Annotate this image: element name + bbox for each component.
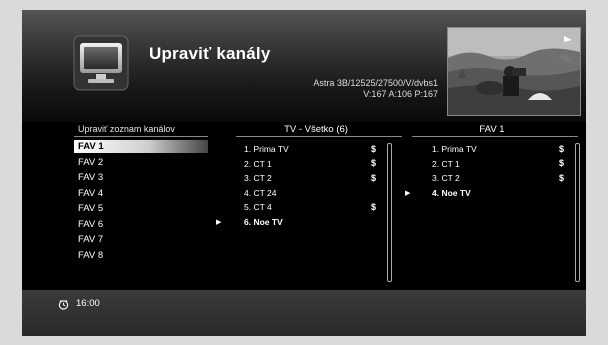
- tv-icon: [73, 35, 129, 91]
- clock-time: 16:00: [76, 298, 100, 309]
- fav-list-item[interactable]: FAV 1: [74, 140, 208, 153]
- fav-list-divider: [74, 136, 208, 137]
- pid-info: V:167 A:106 P:167: [363, 89, 438, 99]
- channel-item[interactable]: 6. Noe TV: [244, 217, 283, 228]
- scrambled-icon: $: [371, 172, 377, 183]
- tv-list-title: TV - Všetko (6): [284, 124, 348, 135]
- channel-item[interactable]: 5. CT 4: [244, 202, 272, 213]
- clock-icon: [58, 299, 69, 310]
- tv-list-divider: [236, 136, 402, 137]
- channel-item[interactable]: 2. CT 1: [244, 159, 272, 170]
- play-arrow-icon: ▶: [216, 219, 222, 226]
- footer: 16:00: [22, 290, 586, 336]
- fav-channels-divider: [412, 136, 578, 137]
- channel-item[interactable]: 1. Prima TV: [244, 144, 289, 155]
- fav-list-item[interactable]: FAV 2: [74, 156, 208, 169]
- fav-channels-scrollbar[interactable]: [575, 143, 580, 282]
- scrambled-icon: $: [559, 143, 565, 154]
- scrambled-icon: $: [371, 143, 377, 154]
- fav-list-item[interactable]: FAV 5: [74, 202, 208, 215]
- scrambled-icon: $: [371, 201, 377, 212]
- page-title: Upraviť kanály: [149, 44, 271, 63]
- channel-item[interactable]: 4. CT 24: [244, 188, 276, 199]
- fav-list-item[interactable]: FAV 8: [74, 249, 208, 262]
- video-preview: [447, 27, 581, 116]
- channel-item[interactable]: 3. CT 2: [244, 173, 272, 184]
- scrambled-icon: $: [559, 172, 565, 183]
- transponder-info: Astra 3B/12525/27500/V/dvbs1: [313, 78, 438, 88]
- satellite-info: Astra 3B/12525/27500/V/dvbs1 V:167 A:106…: [313, 78, 438, 100]
- fav-list-item[interactable]: FAV 3: [74, 171, 208, 184]
- screen: Upraviť kanály Astra 3B/12525/27500/V/dv…: [22, 10, 586, 336]
- fav-list-item[interactable]: FAV 4: [74, 187, 208, 200]
- channel-item[interactable]: 1. Prima TV: [432, 144, 477, 155]
- fav-list-title: Upraviť zoznam kanálov: [78, 124, 175, 134]
- fav-list-item[interactable]: FAV 6: [74, 218, 208, 231]
- play-arrow-icon: ▶: [405, 190, 411, 197]
- tv-list-scrollbar[interactable]: [387, 143, 392, 282]
- scrambled-icon: $: [559, 158, 565, 168]
- fav-channels-title: FAV 1: [479, 124, 505, 135]
- channel-item[interactable]: 2. CT 1: [432, 159, 460, 170]
- channel-item[interactable]: 3. CT 2: [432, 173, 460, 184]
- channel-item[interactable]: 4. Noe TV: [432, 188, 471, 199]
- fav-list-item[interactable]: FAV 7: [74, 233, 208, 246]
- scrambled-icon: $: [371, 158, 377, 168]
- header: Upraviť kanály Astra 3B/12525/27500/V/dv…: [22, 10, 586, 122]
